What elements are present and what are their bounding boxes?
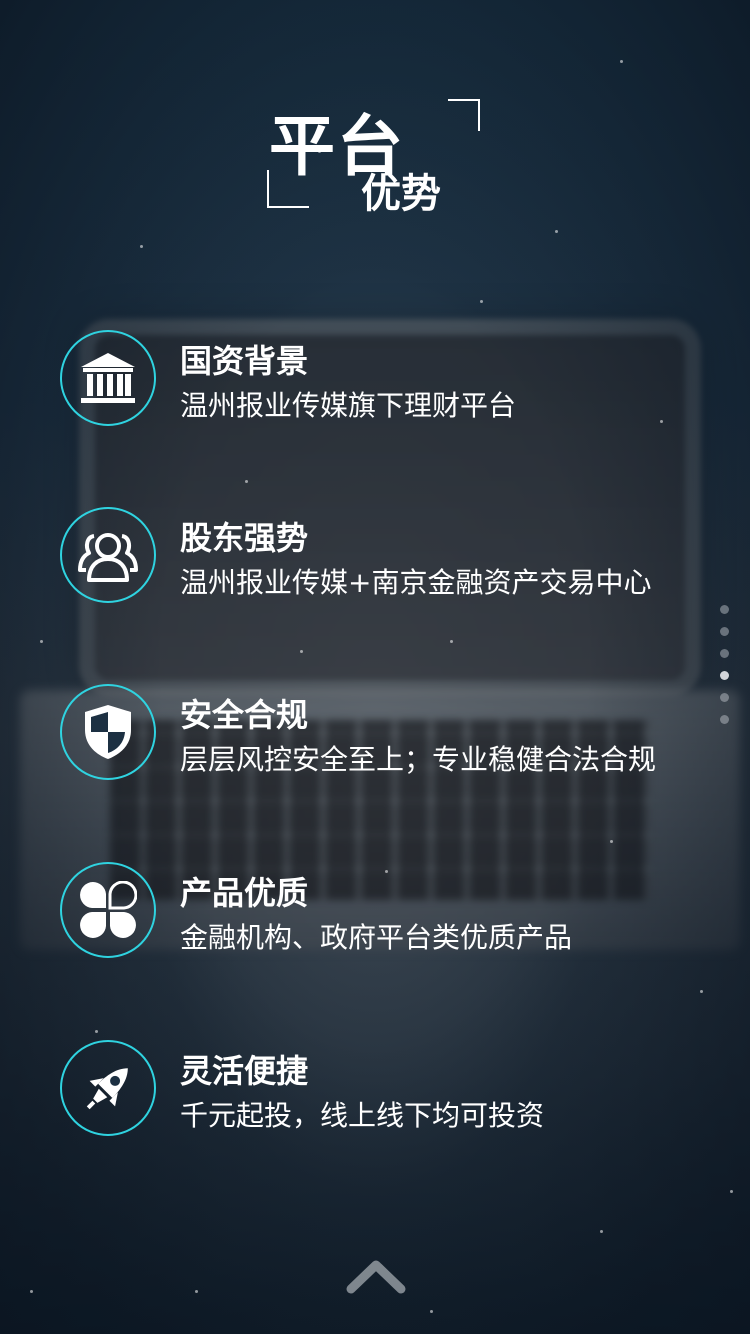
page-indicator — [720, 605, 730, 737]
feature-item-security: 安全合规 层层风控安全至上；专业稳健合法合规 — [60, 684, 740, 784]
feature-description: 温州报业传媒+南京金融资产交易中心 — [180, 566, 652, 599]
feature-title: 灵活便捷 — [180, 1052, 309, 1090]
feature-item-quality-products: 产品优质 金融机构、政府平台类优质产品 — [60, 862, 740, 962]
page-dot[interactable] — [720, 649, 729, 658]
feature-title: 国资背景 — [180, 342, 309, 380]
feature-icon-circle — [60, 684, 156, 780]
feature-description: 温州报业传媒旗下理财平台 — [180, 389, 517, 422]
feature-description: 千元起投，线上线下均可投资 — [180, 1099, 545, 1132]
feature-icon-circle — [60, 507, 156, 603]
feature-item-flexible: 灵活便捷 千元起投，线上线下均可投资 — [60, 1040, 740, 1140]
rocket-icon — [86, 1068, 128, 1110]
page-dot[interactable] — [720, 605, 729, 614]
feature-item-shareholders: 股东强势 温州报业传媒+南京金融资产交易中心 — [60, 507, 740, 607]
page-dot[interactable] — [720, 693, 729, 702]
feature-item-state-background: 国资背景 温州报业传媒旗下理财平台 — [60, 330, 740, 430]
feature-title: 股东强势 — [180, 519, 309, 557]
title-corner-top-right — [448, 99, 480, 131]
feature-description: 金融机构、政府平台类优质产品 — [180, 921, 573, 954]
swipe-up-icon[interactable] — [345, 1255, 407, 1295]
clover-icon — [80, 881, 137, 938]
feature-title: 安全合规 — [180, 696, 309, 734]
page-title: 平台 优势 — [265, 95, 480, 217]
shield-icon — [85, 705, 131, 759]
feature-title: 产品优质 — [180, 874, 309, 912]
title-line-2: 优势 — [361, 171, 441, 217]
users-icon — [78, 533, 138, 582]
feature-icon-circle — [60, 330, 156, 426]
page-dot-active[interactable] — [720, 671, 729, 680]
page-dot[interactable] — [720, 627, 729, 636]
bank-icon — [81, 353, 135, 403]
feature-description: 层层风控安全至上；专业稳健合法合规 — [180, 743, 657, 776]
feature-icon-circle — [60, 862, 156, 958]
feature-icon-circle — [60, 1040, 156, 1136]
page-dot[interactable] — [720, 715, 729, 724]
